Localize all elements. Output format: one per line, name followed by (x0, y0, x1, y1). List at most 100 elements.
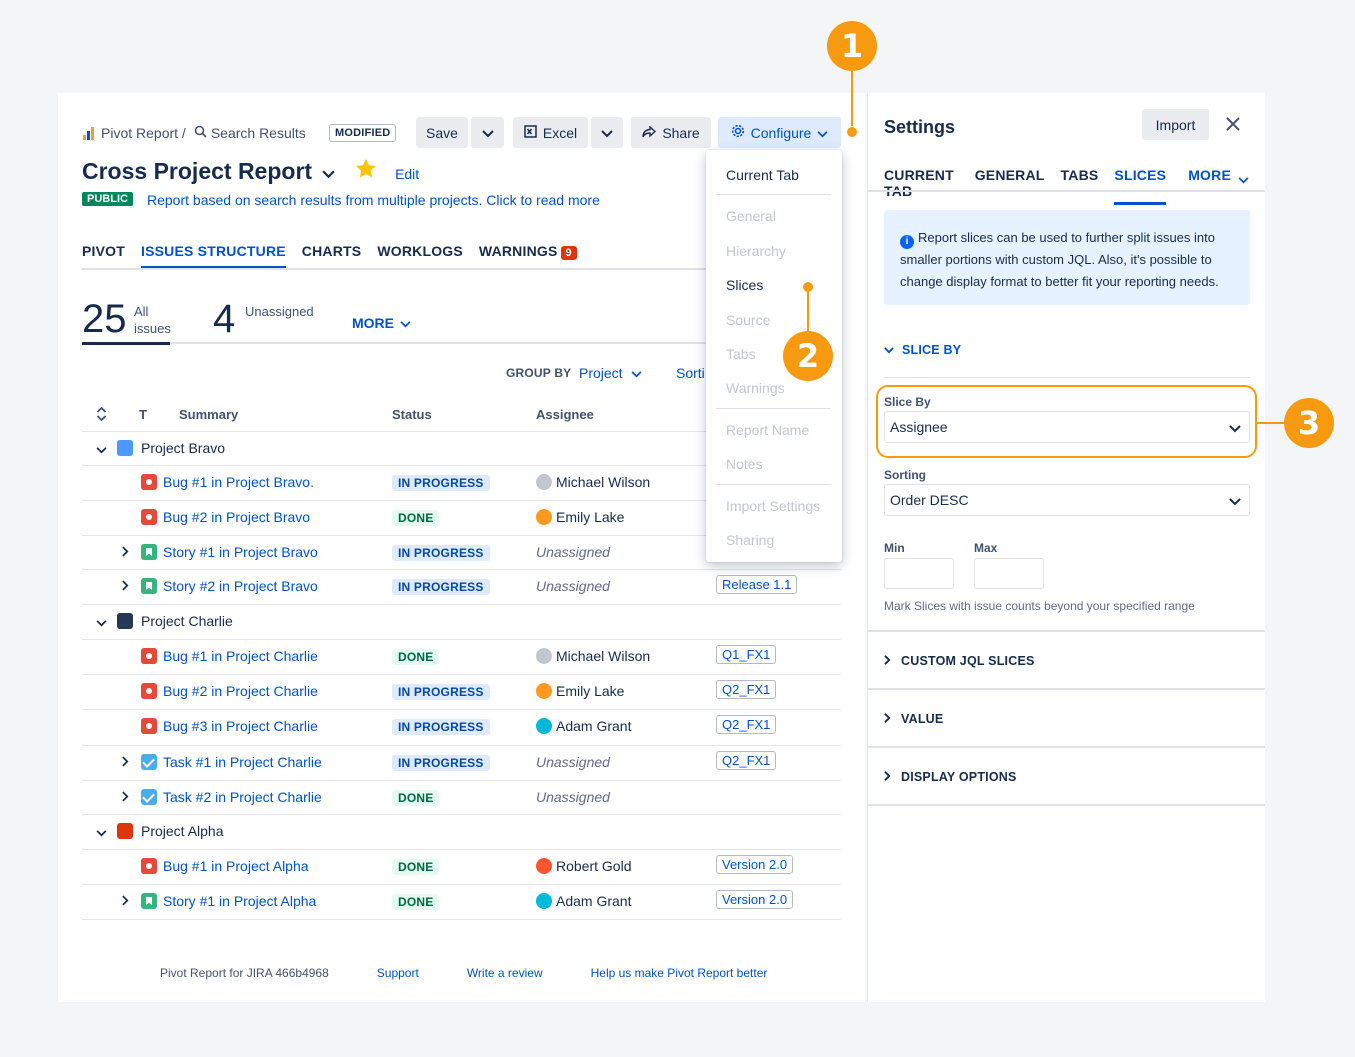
breadcrumb-search[interactable]: Search Results (211, 125, 306, 141)
tab-worklogs[interactable]: WORKLOGS (377, 243, 463, 269)
max-input[interactable] (974, 558, 1044, 589)
unassigned-count[interactable]: 4 (213, 297, 235, 342)
menu-item-general[interactable]: General (726, 208, 776, 224)
tab-pivot[interactable]: PIVOT (82, 243, 125, 269)
issue-summary[interactable]: Bug #2 in Project Charlie (141, 683, 318, 699)
report-title[interactable]: Cross Project Report Edit (82, 158, 419, 185)
fix-version[interactable]: Release 1.1 (716, 575, 798, 594)
all-issues-label[interactable]: All issues (134, 303, 171, 337)
star-icon[interactable] (355, 158, 377, 185)
issue-summary[interactable]: Story #1 in Project Alpha (141, 893, 316, 909)
menu-item-warnings[interactable]: Warnings (726, 380, 785, 396)
configure-button[interactable]: Configure (718, 117, 841, 148)
issue-summary[interactable]: Story #1 in Project Bravo (141, 544, 318, 560)
save-options-button[interactable] (471, 117, 504, 148)
menu-item-slices[interactable]: Slices (726, 277, 763, 293)
issue-link[interactable]: Bug #2 in Project Charlie (163, 683, 318, 699)
fix-version[interactable]: Q2_FX1 (716, 680, 777, 699)
issue-summary[interactable]: Task #1 in Project Charlie (141, 754, 322, 770)
column-type[interactable]: T (139, 407, 147, 422)
sorting-select[interactable]: Order DESC (884, 484, 1250, 516)
settings-tab-current[interactable]: CURRENT TAB (884, 167, 959, 205)
issue-link[interactable]: Bug #3 in Project Charlie (163, 718, 318, 734)
tab-issues-structure[interactable]: ISSUES STRUCTURE (141, 243, 286, 269)
footer-support-link[interactable]: Support (377, 966, 419, 980)
close-icon[interactable] (1225, 116, 1241, 135)
sorting-select[interactable]: Sorti (676, 365, 705, 381)
issue-link[interactable]: Bug #1 in Project Bravo. (163, 474, 314, 490)
chevron-down-icon[interactable] (96, 824, 107, 840)
issue-summary[interactable]: Bug #1 in Project Charlie (141, 648, 318, 664)
menu-item-notes[interactable]: Notes (726, 456, 763, 472)
chevron-right-icon[interactable] (122, 754, 129, 770)
min-input[interactable] (884, 558, 954, 589)
footer-feedback-link[interactable]: Help us make Pivot Report better (591, 966, 768, 980)
share-button[interactable]: Share (631, 117, 711, 148)
slice-by-select[interactable]: Assignee (884, 411, 1250, 443)
chevron-right-icon[interactable] (122, 893, 129, 909)
menu-item-sharing[interactable]: Sharing (726, 532, 774, 548)
value-section-toggle[interactable]: VALUE (884, 712, 943, 726)
excel-options-button[interactable] (591, 117, 623, 148)
custom-jql-section-toggle[interactable]: CUSTOM JQL SLICES (884, 654, 1035, 668)
issue-link[interactable]: Story #1 in Project Alpha (163, 893, 316, 909)
chevron-right-icon[interactable] (122, 544, 129, 560)
chevron-down-icon[interactable] (96, 614, 107, 630)
group-by-select[interactable]: Project (579, 365, 642, 381)
column-assignee[interactable]: Assignee (536, 407, 594, 422)
expand-all-icon[interactable] (96, 406, 107, 424)
issue-link[interactable]: Bug #1 in Project Charlie (163, 648, 318, 664)
issue-summary[interactable]: Bug #3 in Project Charlie (141, 718, 318, 734)
settings-tab-tabs[interactable]: TABS (1061, 167, 1099, 205)
column-summary[interactable]: Summary (179, 407, 238, 422)
chevron-right-icon[interactable] (122, 578, 129, 594)
chevron-down-icon[interactable] (96, 441, 107, 457)
stats-more-button[interactable]: MORE (352, 315, 411, 331)
fix-version[interactable]: Version 2.0 (716, 855, 794, 874)
fix-version[interactable]: Q1_FX1 (716, 645, 777, 664)
settings-tab-general[interactable]: GENERAL (975, 167, 1045, 205)
breadcrumb-app[interactable]: Pivot Report / (101, 125, 186, 141)
issue-summary[interactable]: Bug #2 in Project Bravo (141, 509, 310, 525)
display-options-section-toggle[interactable]: DISPLAY OPTIONS (884, 770, 1017, 784)
excel-button[interactable]: Excel (513, 117, 588, 148)
table-row: Bug #1 in Project Alpha DONE Robert Gold Ve… (82, 849, 841, 884)
menu-item-tabs[interactable]: Tabs (726, 346, 756, 362)
issue-summary[interactable]: Task #2 in Project Charlie (141, 789, 322, 805)
issue-link[interactable]: Bug #2 in Project Bravo (163, 509, 310, 525)
slice-by-section-toggle[interactable]: SLICE BY (884, 343, 961, 357)
issue-link[interactable]: Task #1 in Project Charlie (163, 754, 322, 770)
settings-tab-more[interactable]: MORE (1188, 167, 1249, 205)
issue-link[interactable]: Story #1 in Project Bravo (163, 544, 318, 560)
edit-link[interactable]: Edit (395, 166, 419, 182)
column-status[interactable]: Status (392, 407, 432, 422)
issue-summary[interactable]: Story #2 in Project Bravo (141, 578, 318, 594)
menu-item-import-settings[interactable]: Import Settings (726, 498, 820, 514)
all-issues-count[interactable]: 25 (82, 297, 127, 342)
status-label: IN PROGRESS (392, 684, 490, 700)
tab-charts[interactable]: CHARTS (302, 243, 362, 269)
save-button[interactable]: Save (416, 117, 468, 148)
menu-item-report-name[interactable]: Report Name (726, 422, 809, 438)
issue-link[interactable]: Bug #1 in Project Alpha (163, 858, 309, 874)
fix-version[interactable]: Q2_FX1 (716, 715, 777, 734)
unassigned-label[interactable]: Unassigned (245, 303, 314, 320)
settings-tab-slices[interactable]: SLICES (1114, 167, 1167, 205)
issue-link[interactable]: Task #2 in Project Charlie (163, 789, 322, 805)
chevron-right-icon[interactable] (122, 789, 129, 805)
report-description-link[interactable]: Report based on search results from mult… (147, 192, 600, 208)
fix-version[interactable]: Version 2.0 (716, 890, 794, 909)
menu-item-hierarchy[interactable]: Hierarchy (726, 243, 786, 259)
issue-link[interactable]: Story #2 in Project Bravo (163, 578, 318, 594)
fix-version[interactable]: Q2_FX1 (716, 751, 777, 770)
issue-summary[interactable]: Bug #1 in Project Alpha (141, 858, 309, 874)
footer-review-link[interactable]: Write a review (467, 966, 543, 980)
chevron-down-icon (884, 343, 894, 357)
story-icon (141, 893, 157, 909)
issue-summary[interactable]: Bug #1 in Project Bravo. (141, 474, 314, 490)
menu-item-source[interactable]: Source (726, 312, 770, 328)
tab-warnings[interactable]: WARNINGS 9 (479, 243, 577, 269)
chevron-down-icon[interactable] (322, 158, 335, 185)
import-button[interactable]: Import (1142, 109, 1209, 140)
menu-item-current-tab[interactable]: Current Tab (726, 167, 799, 183)
